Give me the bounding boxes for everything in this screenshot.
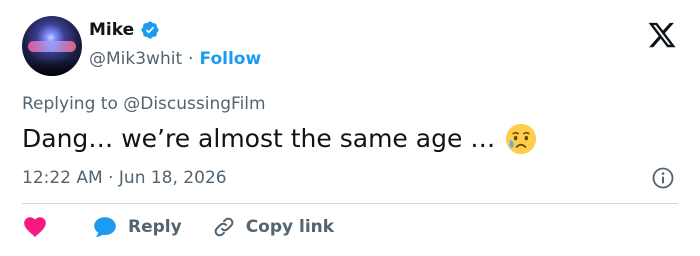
handle-row: @Mik3whit · Follow — [89, 49, 261, 69]
copy-link-label: Copy link — [245, 217, 335, 237]
sad-but-relieved-face-icon — [506, 123, 537, 155]
info-icon[interactable] — [651, 166, 675, 190]
divider — [22, 203, 678, 204]
copy-link-button[interactable]: Copy link — [212, 215, 334, 239]
reply-label: Reply — [128, 217, 182, 237]
author-handle[interactable]: @Mik3whit — [89, 49, 182, 69]
reply-bubble-icon — [94, 217, 116, 237]
action-bar: Reply Copy link — [22, 214, 334, 240]
tweet-timestamp[interactable]: 12:22 AM · Jun 18, 2026 — [22, 168, 227, 188]
author-name[interactable]: Mike — [89, 20, 134, 40]
verified-badge-icon — [141, 21, 159, 39]
link-icon — [214, 217, 234, 237]
author-name-row: Mike — [89, 20, 160, 40]
separator-dot: · — [188, 49, 194, 69]
like-button[interactable] — [22, 214, 48, 240]
reply-button[interactable]: Reply — [92, 214, 182, 240]
replying-to-label: Replying to @DiscussingFilm — [22, 94, 266, 114]
avatar[interactable] — [22, 16, 82, 76]
follow-button[interactable]: Follow — [200, 49, 262, 69]
tweet-text: Dang… we’re almost the same age … — [22, 124, 496, 153]
heart-icon — [24, 217, 46, 237]
tweet-body: Dang… we’re almost the same age … — [22, 122, 537, 156]
x-logo-icon[interactable] — [647, 20, 677, 50]
